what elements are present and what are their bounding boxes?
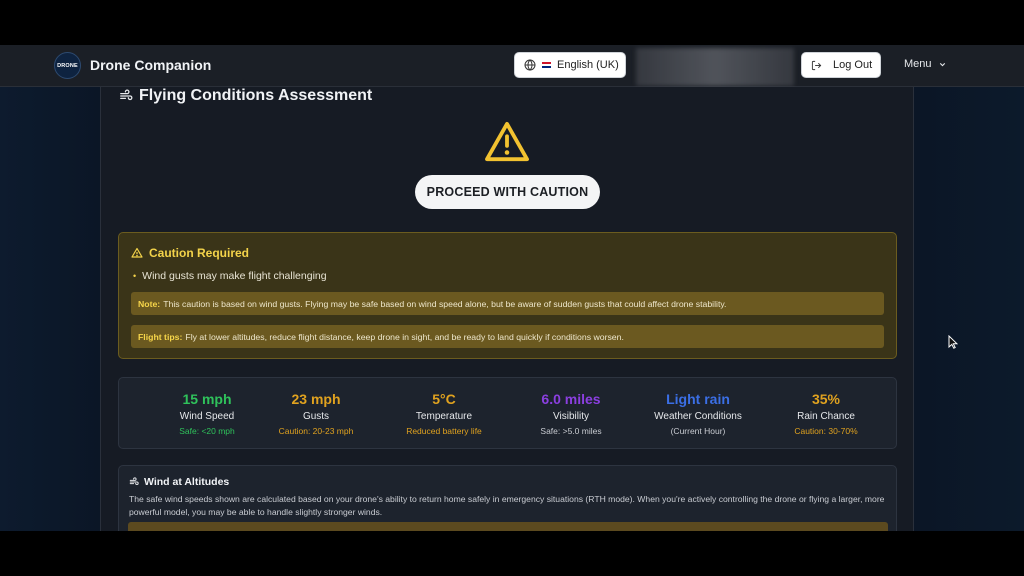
- stat-sub: Safe: >5.0 miles: [540, 426, 602, 436]
- navbar: DRONE Drone Companion English (UK) Log O…: [0, 45, 1024, 87]
- globe-icon: [524, 59, 536, 71]
- tips-label: Flight tips:: [138, 331, 183, 342]
- stat-temperature: 5°C Temperature Reduced battery life: [379, 378, 509, 450]
- browser-viewport: DRONE Drone Companion English (UK) Log O…: [0, 45, 1024, 531]
- stat-label: Temperature: [415, 411, 473, 422]
- stat-label: Weather Conditions: [654, 411, 742, 422]
- note-label: Note:: [138, 298, 161, 309]
- page-title: Flying Conditions Assessment: [119, 87, 372, 105]
- letterbox-top: [0, 0, 1024, 45]
- caution-alert: Caution Required • Wind gusts may make f…: [118, 232, 897, 359]
- stat-weather-conditions: Light rain Weather Conditions (Current H…: [633, 378, 763, 450]
- wind-at-altitudes-card: Wind at Altitudes The safe wind speeds s…: [118, 465, 897, 531]
- stat-sub: (Current Hour): [670, 426, 726, 436]
- flight-tips: Flight tips: Fly at lower altitudes, red…: [131, 325, 884, 348]
- caution-item-text: Wind gusts may make flight challenging: [142, 270, 327, 282]
- altitudes-description: The safe wind speeds shown are calculate…: [129, 494, 885, 517]
- stat-value: 23 mph: [291, 391, 341, 407]
- brand-name[interactable]: Drone Companion: [90, 57, 211, 73]
- assessment-panel: Flying Conditions Assessment PROCEED WIT…: [100, 87, 914, 531]
- stat-sub: Reduced battery life: [406, 426, 482, 436]
- caution-note: Note: This caution is based on wind gust…: [131, 292, 884, 315]
- altitudes-notice-strip: [128, 522, 888, 531]
- caution-heading: Caution Required: [131, 246, 249, 260]
- stat-label: Visibility: [553, 411, 589, 422]
- altitudes-title-text: Wind at Altitudes: [144, 476, 230, 488]
- wind-icon: [120, 89, 133, 101]
- stat-label: Gusts: [302, 411, 330, 422]
- stat-gusts: 23 mph Gusts Caution: 20-23 mph: [251, 378, 381, 450]
- logout-button[interactable]: Log Out: [801, 52, 881, 78]
- menu-button[interactable]: Menu: [904, 58, 947, 70]
- chevron-down-icon: [939, 62, 945, 66]
- uk-flag-icon: [542, 62, 551, 68]
- stat-value: 6.0 miles: [541, 391, 601, 407]
- redacted-user-info: [636, 48, 794, 86]
- bullet-icon: •: [133, 271, 137, 281]
- tips-text: Fly at lower altitudes, reduce flight di…: [185, 331, 624, 342]
- stat-value: Light rain: [666, 391, 730, 407]
- stat-value: 5°C: [432, 391, 456, 407]
- stat-rain-chance: 35% Rain Chance Caution: 30-70%: [761, 378, 891, 450]
- stat-visibility: 6.0 miles Visibility Safe: >5.0 miles: [506, 378, 636, 450]
- language-selector-button[interactable]: English (UK): [514, 52, 626, 78]
- page-title-text: Flying Conditions Assessment: [139, 87, 373, 104]
- note-text: This caution is based on wind gusts. Fly…: [163, 298, 727, 309]
- logo-text: DRONE: [57, 62, 78, 69]
- menu-label: Menu: [904, 58, 932, 70]
- app-logo[interactable]: DRONE: [54, 52, 81, 79]
- caution-list-item: • Wind gusts may make flight challenging: [133, 270, 327, 282]
- letterbox-bottom: [0, 531, 1024, 576]
- language-label: English (UK): [557, 59, 619, 71]
- warning-triangle-icon: [485, 121, 529, 162]
- weather-stats-card: 15 mph Wind Speed Safe: <20 mph 23 mph G…: [118, 377, 897, 449]
- logout-icon: [811, 60, 822, 70]
- wind-icon: [129, 477, 139, 485]
- stat-sub: Caution: 30-70%: [794, 426, 858, 436]
- warning-icon: [131, 247, 143, 258]
- stat-sub: Caution: 20-23 mph: [278, 426, 354, 436]
- stat-value: 35%: [811, 391, 841, 407]
- mouse-cursor-icon: [948, 335, 958, 349]
- caution-heading-text: Caution Required: [149, 246, 250, 260]
- status-badge: PROCEED WITH CAUTION: [415, 175, 600, 209]
- logout-label: Log Out: [833, 59, 873, 71]
- altitudes-title: Wind at Altitudes: [129, 476, 229, 488]
- stat-label: Rain Chance: [797, 411, 855, 422]
